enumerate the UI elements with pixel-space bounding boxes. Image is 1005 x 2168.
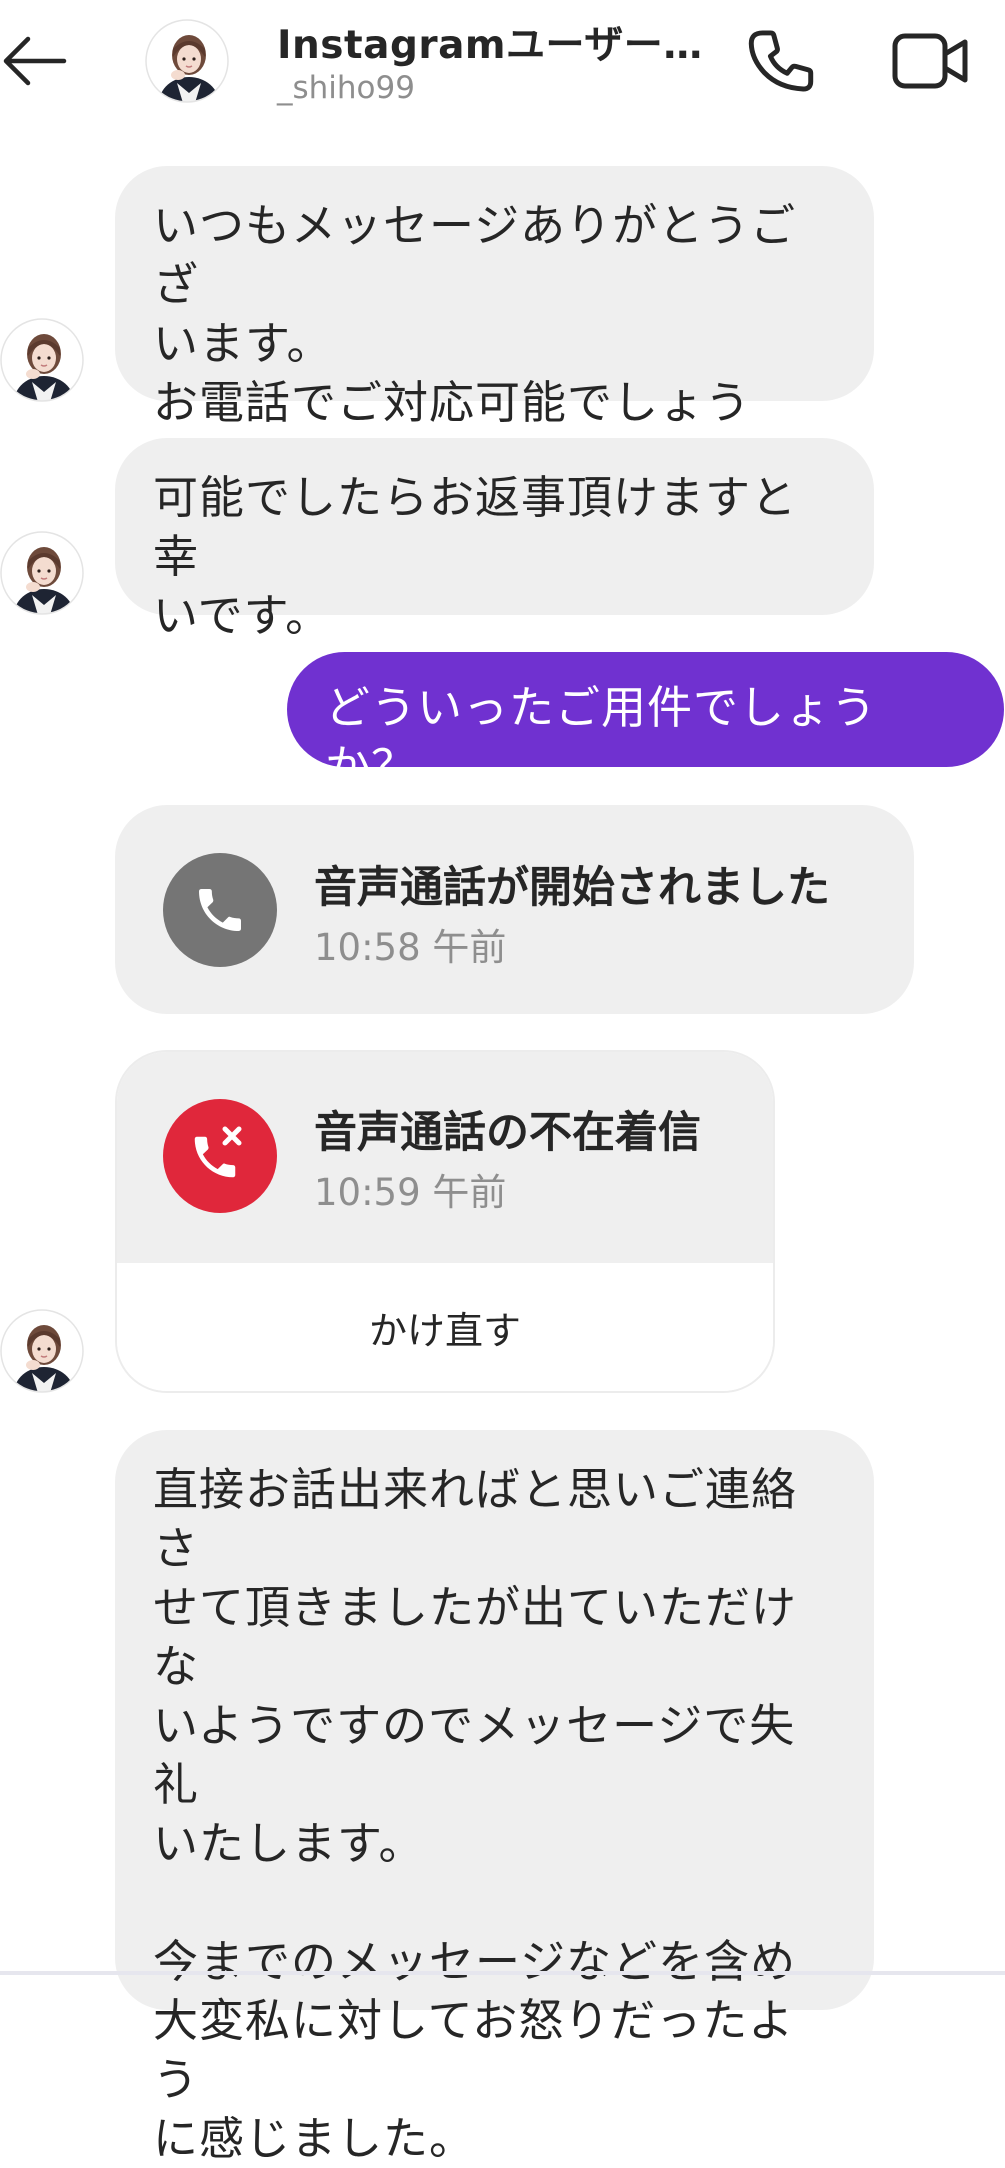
avatar[interactable] — [0, 1309, 84, 1393]
back-button[interactable] — [0, 28, 72, 92]
avatar[interactable] — [0, 318, 84, 402]
message-bubble-received[interactable]: 可能でしたらお返事頂けますと幸 いです。 — [115, 438, 874, 642]
chat-title[interactable]: Instagramユーザー… — [277, 14, 703, 70]
phone-icon — [748, 30, 814, 92]
video-call-button[interactable] — [890, 26, 970, 96]
avatar[interactable] — [145, 19, 229, 103]
chat-username: _shiho99 — [277, 70, 415, 106]
call-timestamp: 10:59 午前 — [314, 1171, 507, 1214]
divider — [0, 1971, 1005, 1975]
missed-call-card[interactable]: 音声通話の不在着信 10:59 午前 かけ直す — [115, 1050, 775, 1393]
chat-header: Instagramユーザー… _shiho99 — [0, 0, 1005, 130]
call-status-label: 音声通話が開始されました — [314, 863, 830, 913]
message-bubble-received[interactable]: 直接お話出来ればと思いご連絡さ せて頂きましたが出ていただけな いようですのでメ… — [115, 1430, 874, 2165]
call-started-icon — [163, 853, 277, 967]
phone-icon — [199, 889, 241, 931]
video-camera-icon — [892, 33, 968, 89]
missed-call-icon — [163, 1099, 277, 1213]
call-timestamp: 10:58 午前 — [314, 926, 507, 969]
message-bubble-sent[interactable]: どういったご用件でしょうか？ — [287, 652, 1004, 793]
back-arrow-icon — [3, 36, 67, 86]
missed-call-info: 音声通話の不在着信 10:59 午前 — [117, 1052, 773, 1263]
voice-call-button[interactable] — [740, 22, 822, 104]
phone-missed-icon — [194, 1126, 242, 1178]
message-bubble-received[interactable]: いつもメッセージありがとうござ います。 お電話でご対応可能でしょうか？ — [115, 166, 874, 488]
call-started-card[interactable]: 音声通話が開始されました 10:58 午前 — [115, 805, 914, 1014]
avatar[interactable] — [0, 531, 84, 615]
call-back-button[interactable]: かけ直す — [117, 1263, 773, 1391]
call-status-label: 音声通話の不在着信 — [314, 1108, 701, 1158]
